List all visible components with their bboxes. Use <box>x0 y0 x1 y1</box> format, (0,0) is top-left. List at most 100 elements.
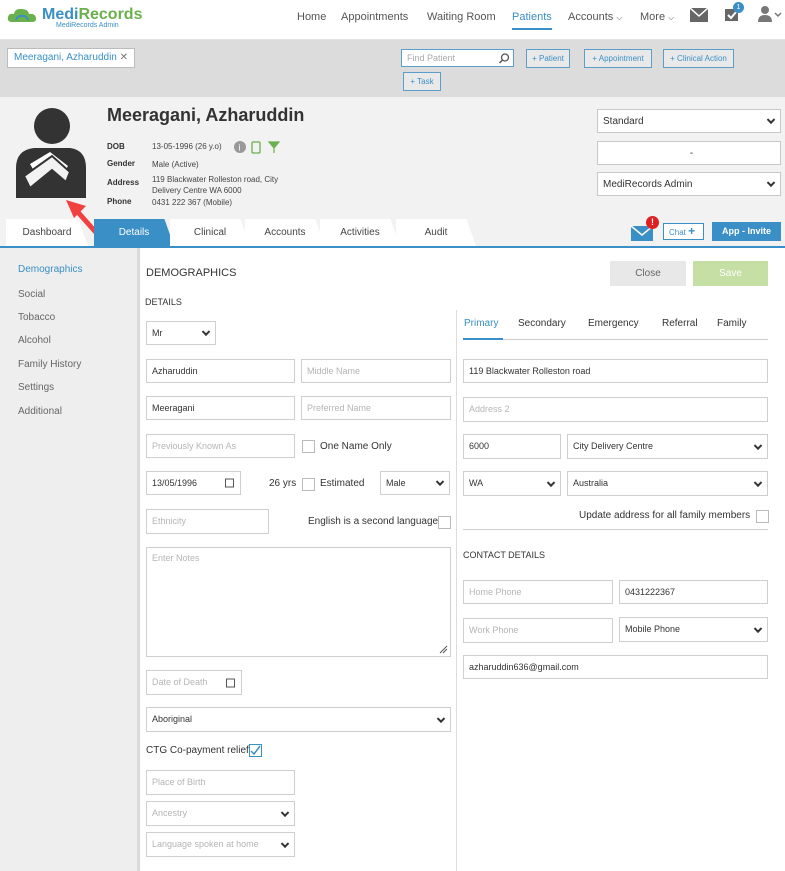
chevron-down-icon <box>753 624 763 633</box>
close-icon[interactable]: ✕ <box>120 52 128 63</box>
tab-accounts[interactable]: Accounts <box>245 219 325 246</box>
add-clinical-action-button[interactable]: + Clinical Action <box>663 49 734 68</box>
date-of-death-field[interactable]: Date of Death <box>146 670 242 695</box>
add-task-button[interactable]: + Task <box>403 72 441 91</box>
one-name-only-checkbox[interactable] <box>302 440 315 453</box>
english-second-language-checkbox[interactable] <box>438 516 451 529</box>
alert-icon: ! <box>646 216 659 229</box>
age-label: 26 yrs <box>269 478 297 489</box>
sex-select[interactable]: Male <box>380 471 450 495</box>
address-tab-family[interactable]: Family <box>717 318 746 329</box>
billing-type-select[interactable]: Standard <box>597 109 781 133</box>
sidebar-item-family-history[interactable]: Family History <box>18 359 81 370</box>
nav-appointments[interactable]: Appointments <box>341 10 408 30</box>
email-field[interactable]: azharuddin636@gmail.com <box>463 655 768 679</box>
address-tab-referral[interactable]: Referral <box>662 318 698 329</box>
chevron-down-icon <box>766 178 776 188</box>
address-line2-field[interactable]: Address 2 <box>463 397 768 422</box>
phone-value: 0431 222 367 (Mobile) <box>152 198 233 207</box>
chat-button[interactable]: Chat + <box>663 223 704 240</box>
previously-known-as-field[interactable]: Previously Known As <box>146 434 295 458</box>
sidebar-divider <box>137 248 140 871</box>
mobile-phone-field[interactable]: 0431222367 <box>619 580 768 604</box>
find-patient-input[interactable]: Find Patient <box>401 49 514 67</box>
tab-clinical[interactable]: Clinical <box>170 219 250 246</box>
app-invite-button[interactable]: App - Invite <box>712 222 781 241</box>
first-name-field[interactable]: Azharuddin <box>146 359 295 383</box>
tab-audit[interactable]: Audit <box>396 219 476 246</box>
indigenous-status-select[interactable]: Aboriginal <box>146 707 451 732</box>
close-button[interactable]: Close <box>610 261 686 286</box>
address-tab-primary[interactable]: Primary <box>464 318 498 329</box>
sidebar-item-tobacco[interactable]: Tobacco <box>18 312 55 323</box>
address-tab-active-underline <box>463 338 503 340</box>
last-name-field[interactable]: Meeragani <box>146 396 295 420</box>
estimated-checkbox[interactable] <box>302 478 315 491</box>
resize-handle-icon[interactable] <box>439 645 448 654</box>
ctg-checkbox[interactable] <box>249 744 262 757</box>
patient-status-icons: i <box>234 141 281 154</box>
search-icon[interactable] <box>499 53 510 64</box>
ethnicity-field[interactable]: Ethnicity <box>146 509 269 534</box>
ctg-label: CTG Co-payment relief <box>146 745 249 756</box>
gender-label: Gender <box>107 159 136 168</box>
secondary-field[interactable]: - <box>597 141 781 165</box>
app-subtitle: MediRecords Admin <box>56 22 119 29</box>
tab-activities[interactable]: Activities <box>320 219 400 246</box>
chevron-down-icon <box>753 441 763 450</box>
chevron-down-icon <box>753 478 763 487</box>
nav-more[interactable]: More ⌵ <box>640 10 674 30</box>
dob-field[interactable]: 13/05/1996 <box>146 471 241 495</box>
patient-avatar-icon[interactable] <box>10 106 90 198</box>
practitioner-select[interactable]: MediRecords Admin <box>597 172 781 196</box>
notes-textarea[interactable]: Enter Notes <box>146 547 451 657</box>
middle-name-field[interactable]: Middle Name <box>301 359 451 383</box>
tab-details[interactable]: Details <box>94 219 174 246</box>
country-select[interactable]: Australia <box>567 471 768 496</box>
ancestry-select[interactable]: Ancestry <box>146 801 295 826</box>
logo-cloud-icon <box>7 8 36 22</box>
one-name-only-label: One Name Only <box>320 441 392 452</box>
open-patient-tab[interactable]: Meeragani, Azharuddin ✕ <box>7 48 136 68</box>
add-appointment-button[interactable]: + Appointment <box>584 49 652 68</box>
nav-home[interactable]: Home <box>297 10 326 30</box>
sidebar-item-demographics[interactable]: Demographics <box>18 264 82 275</box>
address-line1-field[interactable]: 119 Blackwater Rolleston road <box>463 359 768 383</box>
address-tab-emergency[interactable]: Emergency <box>588 318 639 329</box>
preferred-name-field[interactable]: Preferred Name <box>301 396 451 420</box>
patient-toolbar: Meeragani, Azharuddin ✕ Find Patient + P… <box>0 40 785 97</box>
sidebar-item-alcohol[interactable]: Alcohol <box>18 335 51 346</box>
language-select[interactable]: Language spoken at home <box>146 832 295 857</box>
place-of-birth-field[interactable]: Place of Birth <box>146 770 295 795</box>
add-patient-button[interactable]: + Patient <box>526 49 570 68</box>
checkmark-icon <box>250 745 261 756</box>
work-phone-field[interactable]: Work Phone <box>463 618 613 643</box>
sidebar-item-settings[interactable]: Settings <box>18 382 54 393</box>
state-select[interactable]: WA <box>463 471 561 496</box>
calendar-icon[interactable] <box>225 478 234 488</box>
calendar-icon[interactable] <box>226 678 235 687</box>
save-button[interactable]: Save <box>693 261 768 286</box>
user-menu-icon[interactable] <box>757 6 783 22</box>
sidebar-item-additional[interactable]: Additional <box>18 406 62 417</box>
postcode-field[interactable]: 6000 <box>463 434 561 459</box>
nav-waiting-room[interactable]: Waiting Room <box>427 10 496 30</box>
address-line2: Delivery Centre WA 6000 <box>152 186 242 195</box>
chevron-down-icon <box>436 714 446 723</box>
chevron-down-icon: ⌵ <box>668 13 675 22</box>
nav-accounts[interactable]: Accounts ⌵ <box>568 10 622 30</box>
update-family-address-checkbox[interactable] <box>756 510 769 523</box>
dob-label: DOB <box>107 142 125 151</box>
mail-icon[interactable] <box>690 8 708 22</box>
address-label: Address <box>107 178 140 187</box>
suburb-select[interactable]: City Delivery Centre <box>567 434 768 459</box>
nav-patients[interactable]: Patients <box>512 10 552 30</box>
sidebar-item-social[interactable]: Social <box>18 289 45 300</box>
english-second-language-label: English is a second language <box>308 516 439 527</box>
tab-dashboard[interactable]: Dashboard <box>6 219 88 246</box>
address-tab-secondary[interactable]: Secondary <box>518 318 566 329</box>
home-phone-field[interactable]: Home Phone <box>463 580 613 604</box>
phone-type-select[interactable]: Mobile Phone <box>619 617 768 642</box>
title-select[interactable]: Mr <box>146 321 216 345</box>
address-line1: 119 Blackwater Rolleston road, City <box>152 175 279 184</box>
